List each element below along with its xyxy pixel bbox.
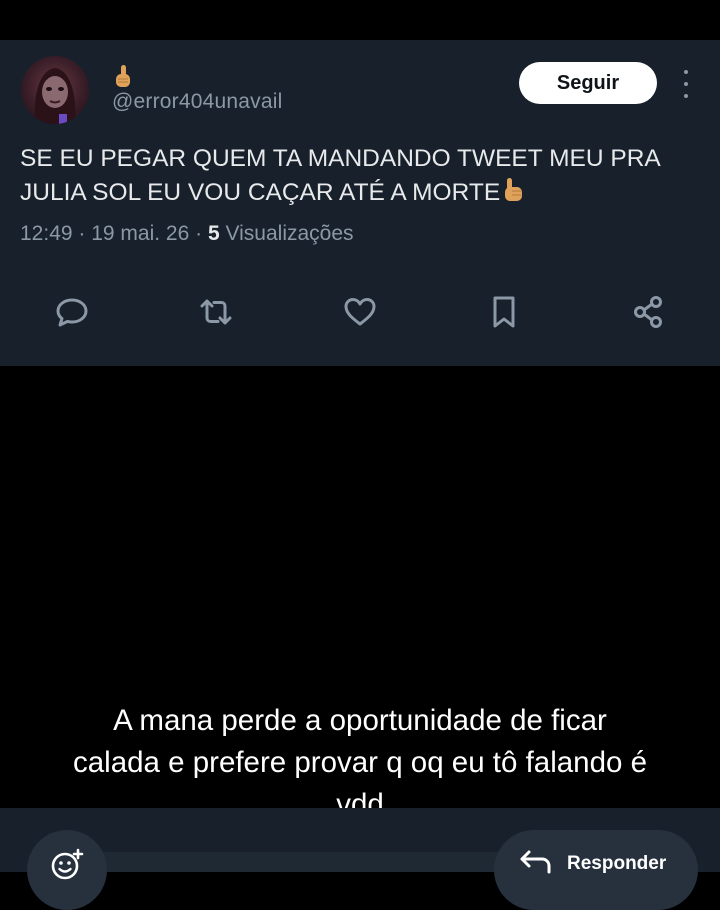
tweet-text-line-content: JULIA SOL EU VOU CAÇAR ATÉ A MORTE — [20, 179, 501, 206]
views-count: 5 — [207, 222, 220, 245]
reply-icon[interactable] — [50, 290, 94, 334]
add-emoji-icon — [51, 848, 84, 880]
share-icon[interactable] — [626, 290, 670, 334]
tweet-text-line: JULIA SOL EU VOU CAÇAR ATÉ A MORTE — [20, 176, 700, 213]
tweet-actions — [0, 290, 720, 334]
tweet-time: 12:49 — [20, 222, 73, 245]
emoji-reaction-button[interactable] — [27, 830, 107, 910]
meta-separator: · — [195, 222, 208, 245]
tweet-card: @error404unavail Seguir SE EU PEGAR QUEM… — [0, 40, 720, 366]
avatar[interactable] — [21, 56, 89, 124]
reply-button[interactable]: Responder — [494, 830, 698, 910]
follow-button[interactable]: Seguir — [519, 62, 657, 104]
tweet-text: SE EU PEGAR QUEM TA MANDANDO TWEET MEU P… — [20, 142, 700, 213]
bottom-bar: Responder — [0, 808, 720, 910]
retweet-icon[interactable] — [194, 290, 238, 334]
bookmark-icon[interactable] — [482, 290, 526, 334]
views-label: Visualizações — [225, 222, 354, 245]
reply-field[interactable] — [100, 852, 500, 872]
meta-separator: · — [78, 222, 92, 245]
tweet-text-line: SE EU PEGAR QUEM TA MANDANDO TWEET MEU P… — [20, 145, 661, 172]
tweet-date: 19 mai. 26 — [91, 222, 190, 245]
tweet-meta: 12:49 · 19 mai. 26 · 5 Visualizações — [20, 222, 354, 246]
pointing-up-emoji-icon — [502, 177, 526, 213]
middle-finger-emoji-icon — [113, 64, 133, 90]
user-handle[interactable]: @error404unavail — [112, 90, 282, 114]
more-options-icon[interactable] — [676, 70, 696, 98]
caption-line: A mana perde a oportunidade de ficar — [113, 704, 607, 737]
caption-line: calada e prefere provar q oq eu tô falan… — [72, 746, 647, 779]
like-icon[interactable] — [338, 290, 382, 334]
reply-arrow-icon — [518, 848, 552, 880]
